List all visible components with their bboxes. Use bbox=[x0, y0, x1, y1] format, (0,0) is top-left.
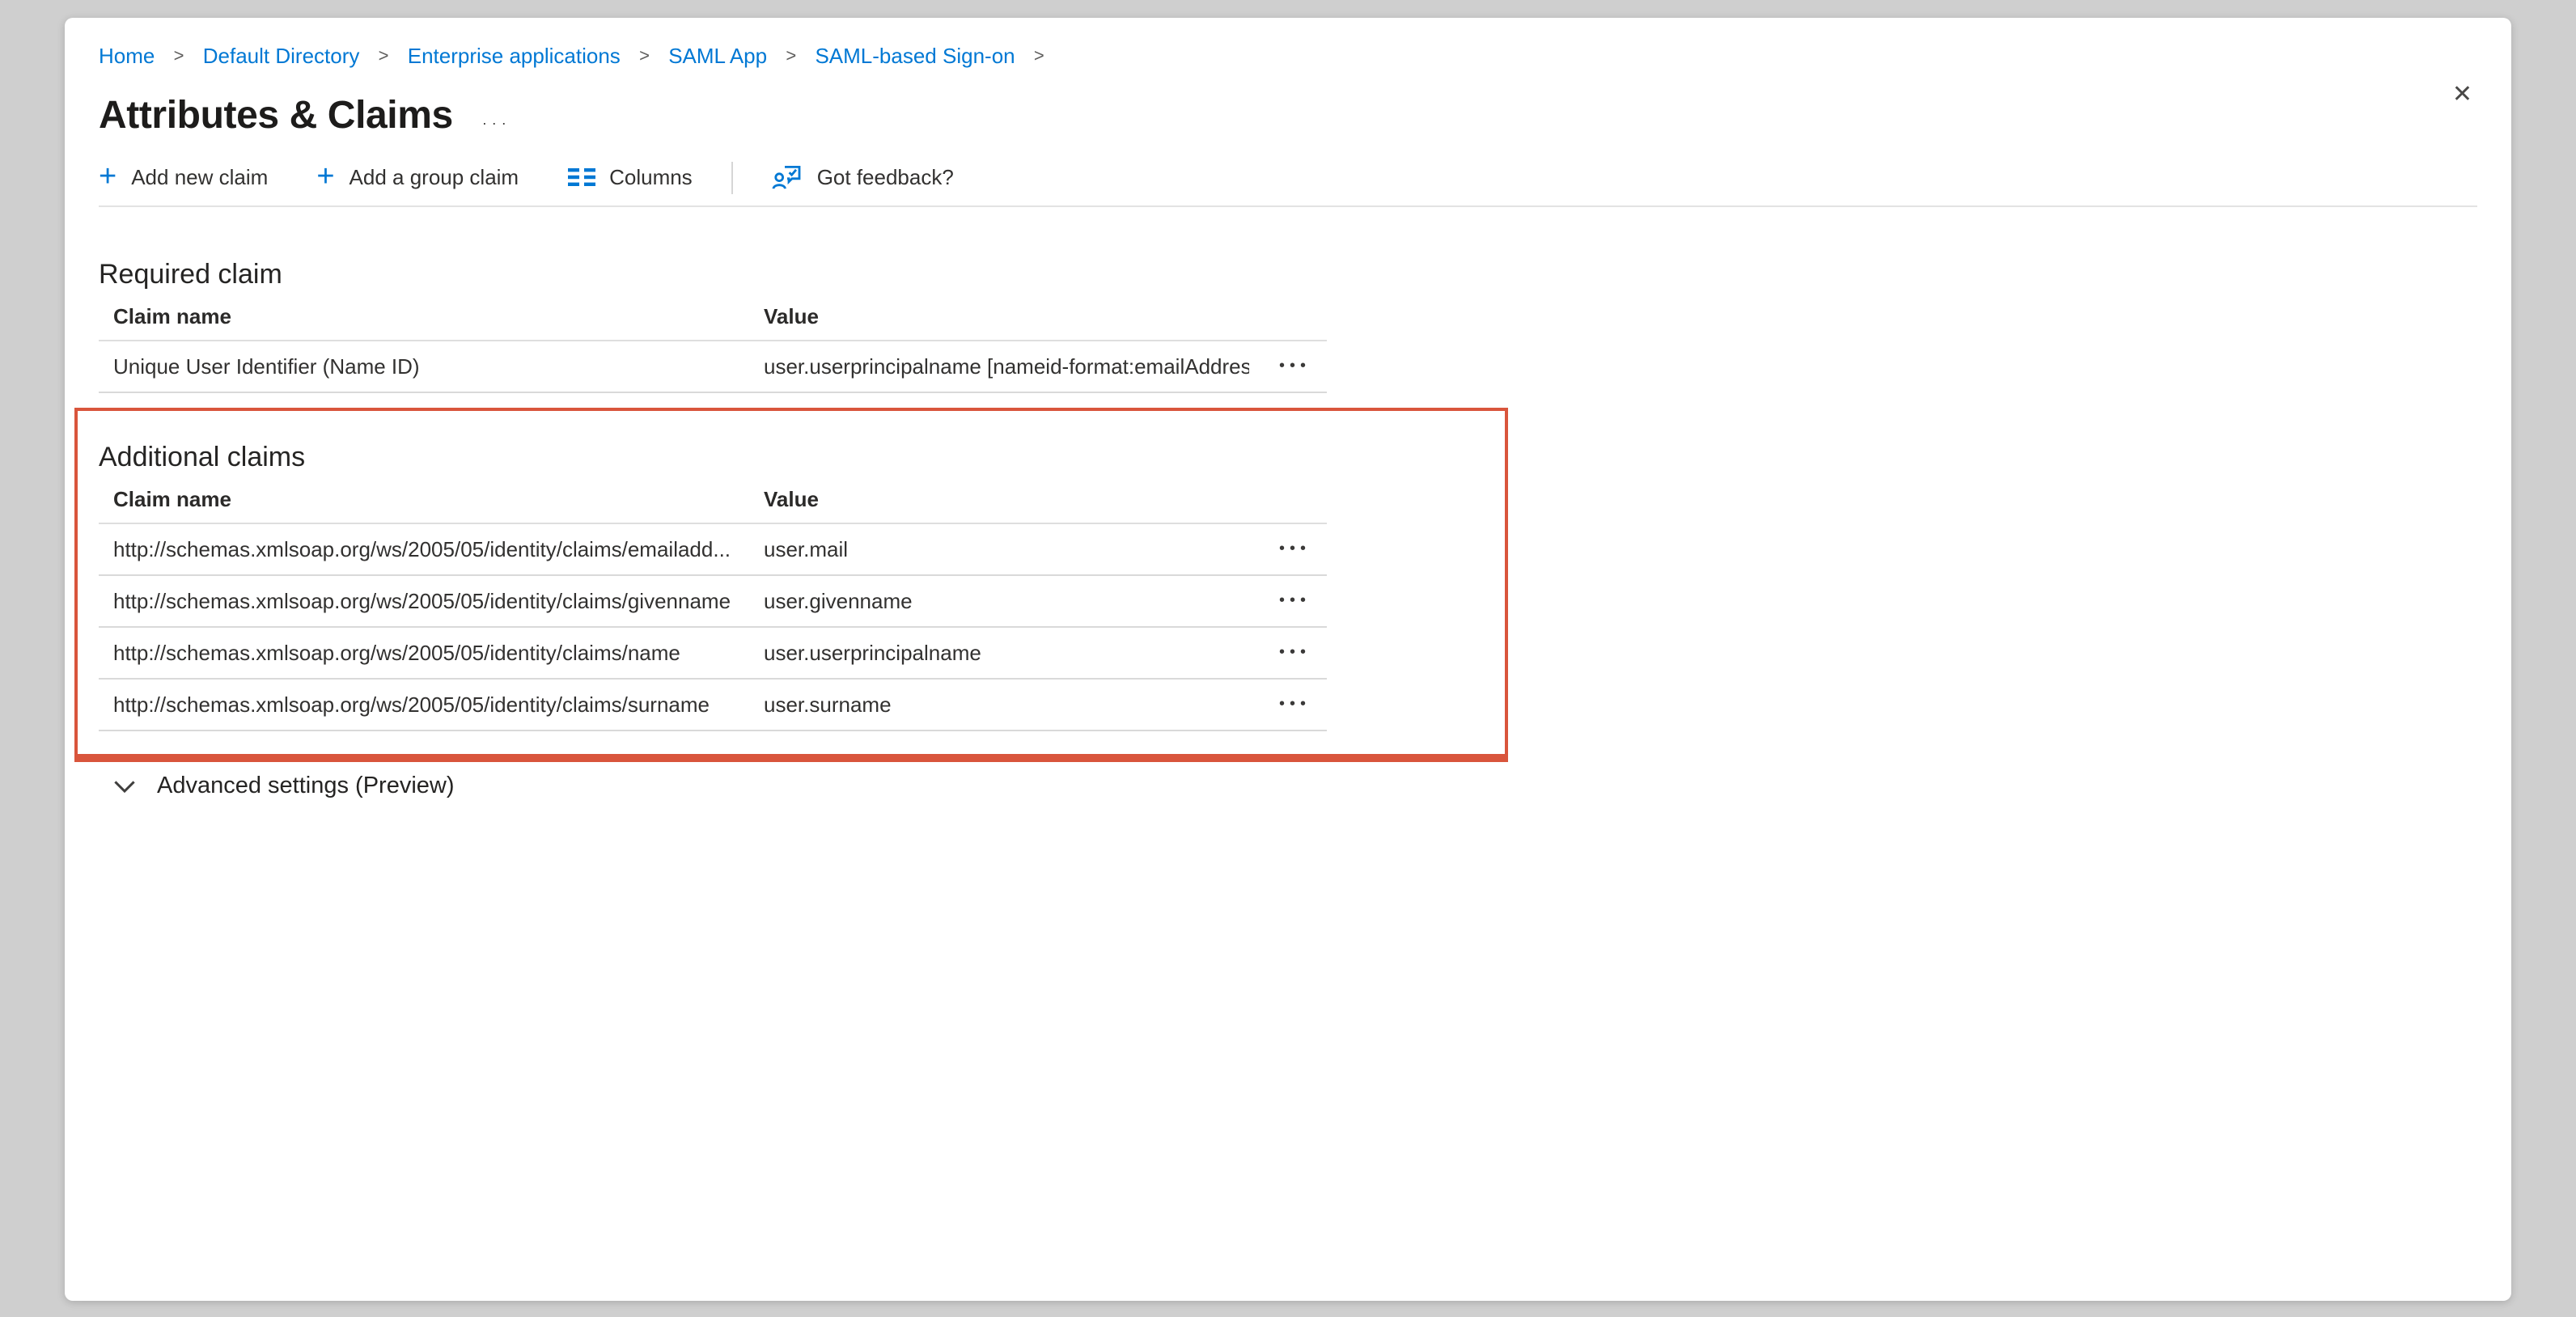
claim-value-cell: user.userprincipalname [nameid-format:em… bbox=[764, 354, 1249, 379]
got-feedback-button[interactable]: Got feedback? bbox=[772, 163, 954, 191]
column-header-claim-name: Claim name bbox=[99, 304, 764, 328]
chevron-right-icon: > bbox=[786, 47, 796, 66]
breadcrumb: Home > Default Directory > Enterprise ap… bbox=[99, 42, 2477, 73]
columns-button[interactable]: Columns bbox=[567, 165, 693, 189]
claim-value-cell: user.mail bbox=[764, 537, 1249, 561]
plus-icon: + bbox=[99, 164, 117, 190]
plus-icon: + bbox=[316, 164, 334, 190]
advanced-settings-toggle[interactable]: Advanced settings (Preview) bbox=[99, 773, 455, 799]
row-menu-icon[interactable]: ••• bbox=[1273, 638, 1327, 667]
required-claim-section: Required claim Claim name Value Unique U… bbox=[99, 256, 2477, 393]
add-new-claim-label: Add new claim bbox=[131, 165, 268, 189]
breadcrumb-saml-based-sign-on[interactable]: SAML-based Sign-on bbox=[815, 44, 1015, 68]
row-menu-icon[interactable]: ••• bbox=[1273, 690, 1327, 719]
command-bar: + Add new claim + Add a group claim bbox=[99, 165, 2477, 207]
claim-name-cell: http://schemas.xmlsoap.org/ws/2005/05/id… bbox=[99, 537, 764, 561]
claim-value-cell: user.surname bbox=[764, 692, 1249, 717]
table-row[interactable]: http://schemas.xmlsoap.org/ws/2005/05/id… bbox=[99, 680, 1327, 731]
title-more-menu-icon[interactable]: ··· bbox=[482, 102, 511, 131]
required-claim-heading: Required claim bbox=[99, 256, 2477, 293]
advanced-settings-label: Advanced settings (Preview) bbox=[157, 773, 455, 799]
column-header-value: Value bbox=[764, 487, 1249, 511]
claim-name-cell: Unique User Identifier (Name ID) bbox=[99, 354, 764, 379]
breadcrumb-enterprise-applications[interactable]: Enterprise applications bbox=[408, 44, 621, 68]
row-menu-icon[interactable]: ••• bbox=[1273, 587, 1327, 616]
additional-claims-heading: Additional claims bbox=[99, 438, 2477, 476]
breadcrumb-saml-app[interactable]: SAML App bbox=[668, 44, 767, 68]
title-row: Attributes & Claims ··· bbox=[99, 91, 2477, 142]
claim-name-cell: http://schemas.xmlsoap.org/ws/2005/05/id… bbox=[99, 692, 764, 717]
chevron-right-icon: > bbox=[379, 47, 389, 66]
add-group-claim-button[interactable]: + Add a group claim bbox=[316, 164, 519, 190]
add-group-claim-label: Add a group claim bbox=[350, 165, 519, 189]
chevron-right-icon: > bbox=[639, 47, 650, 66]
breadcrumb-home[interactable]: Home bbox=[99, 44, 155, 68]
claim-value-cell: user.givenname bbox=[764, 589, 1249, 613]
got-feedback-label: Got feedback? bbox=[817, 165, 954, 189]
toolbar-divider bbox=[731, 161, 733, 193]
table-row[interactable]: http://schemas.xmlsoap.org/ws/2005/05/id… bbox=[99, 576, 1327, 628]
table-row[interactable]: Unique User Identifier (Name ID) user.us… bbox=[99, 341, 1327, 393]
row-menu-icon[interactable]: ••• bbox=[1273, 535, 1327, 564]
page-title: Attributes & Claims bbox=[99, 91, 453, 142]
required-claim-table-header: Claim name Value bbox=[99, 296, 1327, 341]
close-icon[interactable]: ✕ bbox=[2452, 83, 2472, 107]
additional-claims-table-header: Claim name Value bbox=[99, 479, 1327, 524]
row-menu-icon[interactable]: ••• bbox=[1273, 352, 1327, 381]
claim-name-cell: http://schemas.xmlsoap.org/ws/2005/05/id… bbox=[99, 641, 764, 665]
chevron-down-icon bbox=[113, 779, 136, 794]
column-header-value: Value bbox=[764, 304, 1249, 328]
columns-icon bbox=[567, 167, 595, 188]
table-row[interactable]: http://schemas.xmlsoap.org/ws/2005/05/id… bbox=[99, 628, 1327, 680]
claim-value-cell: user.userprincipalname bbox=[764, 641, 1249, 665]
viewport: Home > Default Directory > Enterprise ap… bbox=[0, 0, 2576, 1317]
table-row[interactable]: http://schemas.xmlsoap.org/ws/2005/05/id… bbox=[99, 524, 1327, 576]
chevron-right-icon: > bbox=[1034, 47, 1044, 66]
columns-label: Columns bbox=[609, 165, 693, 189]
column-header-claim-name: Claim name bbox=[99, 487, 764, 511]
claim-name-cell: http://schemas.xmlsoap.org/ws/2005/05/id… bbox=[99, 589, 764, 613]
breadcrumb-default-directory[interactable]: Default Directory bbox=[203, 44, 360, 68]
attributes-claims-blade: Home > Default Directory > Enterprise ap… bbox=[65, 18, 2511, 1301]
add-new-claim-button[interactable]: + Add new claim bbox=[99, 164, 268, 190]
additional-claims-section: Additional claims Claim name Value http:… bbox=[99, 438, 2477, 731]
feedback-icon bbox=[772, 163, 803, 191]
chevron-right-icon: > bbox=[174, 47, 184, 66]
